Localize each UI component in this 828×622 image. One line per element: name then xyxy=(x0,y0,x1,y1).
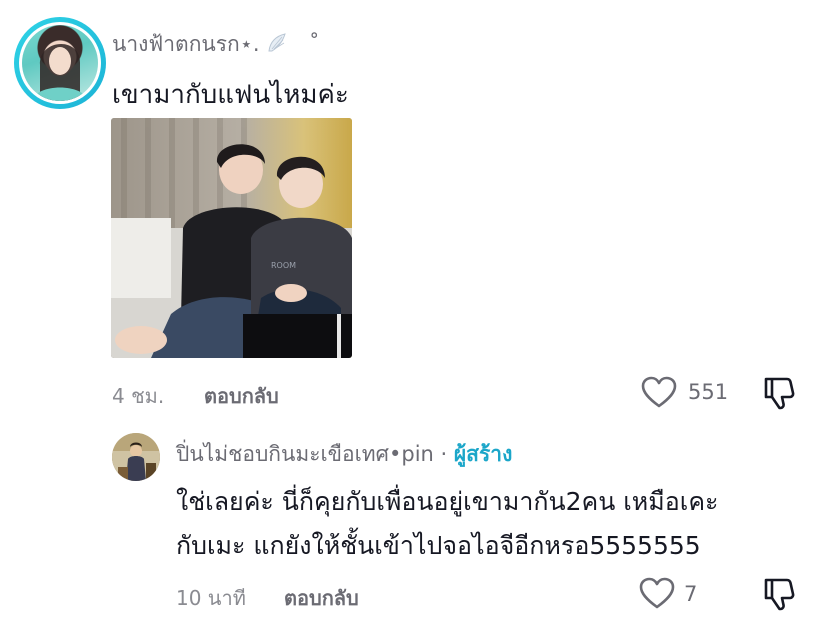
reply-username[interactable]: ปิ่นไม่ชอบกินมะเขือเทศ•pin · ผู้สร้าง xyxy=(176,438,512,471)
photo-thumbnail: ROOM xyxy=(111,118,352,358)
reply-button[interactable]: ตอบกลับ xyxy=(204,380,279,412)
svg-text:ROOM: ROOM xyxy=(271,261,296,270)
heart-icon[interactable] xyxy=(640,375,678,409)
commenter-avatar[interactable] xyxy=(14,17,106,109)
reply-timestamp: 10 นาที xyxy=(176,586,246,610)
reply-avatar[interactable] xyxy=(112,433,160,481)
comment-timestamp: 4 ชม. xyxy=(112,384,165,408)
comment-text: เขามากับแฟนไหมค่ะ xyxy=(112,80,349,110)
comment-photo[interactable]: ROOM xyxy=(111,118,352,358)
dislike-icon[interactable] xyxy=(760,574,798,612)
angel-wing-icon xyxy=(268,33,287,52)
reply-like-count: 7 xyxy=(684,582,698,606)
reply-text-line-2: กับเมะ แกยังให้ชั้นเข้าไปจอไอจีอีกหรอ555… xyxy=(176,531,701,560)
reply-text-line-1: ใช่เลยค่ะ นี่ก็คุยกับเพื่อนอยู่เขามากัน2… xyxy=(176,487,719,516)
commenter-username[interactable]: นางฟ้าตกนรก⋆. ˚ xyxy=(112,28,319,61)
like-count: 551 xyxy=(688,380,729,404)
avatar-photo xyxy=(22,25,98,101)
heart-icon[interactable] xyxy=(638,576,676,610)
creator-badge: ผู้สร้าง xyxy=(453,442,513,466)
avatar-figure-icon xyxy=(32,42,88,101)
reply-reply-button[interactable]: ตอบกลับ xyxy=(284,582,359,614)
avatar-figure-icon xyxy=(112,433,160,481)
dislike-icon[interactable] xyxy=(760,373,798,411)
